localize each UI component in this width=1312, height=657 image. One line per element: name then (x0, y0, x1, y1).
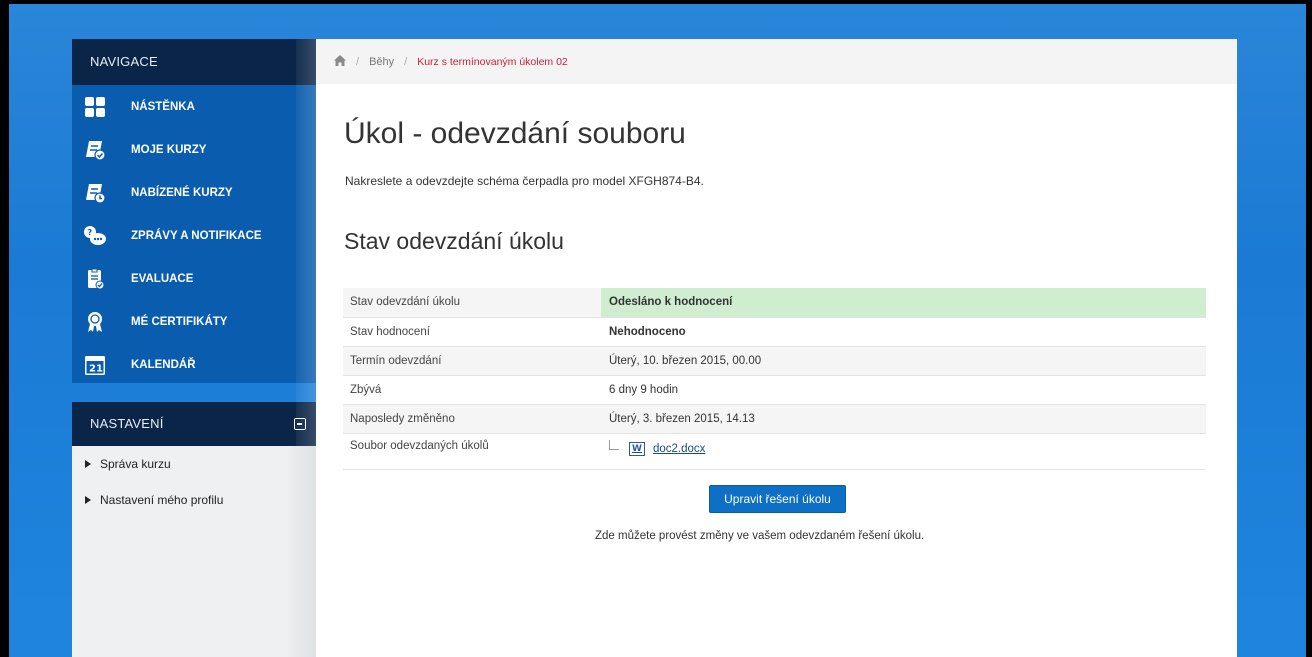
file-link[interactable]: Wdoc2.docx (629, 441, 706, 456)
nav-item-label: EVALUACE (131, 272, 194, 285)
my-courses-icon (83, 138, 107, 162)
table-row: Soubor odevzdaných úkolů Wdoc2.docx (343, 433, 1206, 470)
nav-item-messages[interactable]: ? ZPRÁVY A NOTIFIKACE (72, 214, 316, 257)
table-row: Naposledy změněno Úterý, 3. březen 2015,… (343, 404, 1206, 434)
nav-item-label: NABÍZENÉ KURZY (131, 186, 233, 199)
breadcrumb-item-course[interactable]: Kurz s termínovaným úkolem 02 (417, 56, 568, 68)
settings-header: NASTAVENÍ (72, 402, 316, 446)
nav-item-calendar[interactable]: 21 KALENDÁŘ (72, 343, 316, 386)
row-label: Soubor odevzdaných úkolů (343, 433, 601, 470)
navigation-block: NAVIGACE NÁSTĚNKA MOJE KURZY NABÍZENÉ KU… (72, 39, 316, 383)
nav-item-dashboard[interactable]: NÁSTĚNKA (72, 85, 316, 128)
row-label: Stav hodnocení (343, 317, 601, 347)
nav-item-label: NÁSTĚNKA (131, 100, 195, 113)
file-name: doc2.docx (653, 442, 706, 455)
word-document-icon: W (629, 441, 645, 456)
row-value: Wdoc2.docx (601, 433, 1206, 470)
nav-item-label: KALENDÁŘ (131, 358, 196, 371)
settings-item-course-admin[interactable]: Správa kurzu (72, 446, 316, 482)
settings-block: NASTAVENÍ Správa kurzu Nastavení mého pr… (72, 402, 316, 657)
row-value: Nehodnoceno (601, 317, 1206, 347)
settings-item-profile[interactable]: Nastavení mého profilu (72, 482, 316, 518)
row-value: Úterý, 3. březen 2015, 14.13 (601, 404, 1206, 434)
row-label: Stav odevzdání úkolu (343, 288, 601, 318)
edit-submission-button[interactable]: Upravit řešení úkolu (709, 485, 846, 513)
window-frame-top (0, 0, 1312, 4)
nav-item-my-courses[interactable]: MOJE KURZY (72, 128, 316, 171)
row-value: Úterý, 10. březen 2015, 00.00 (601, 346, 1206, 376)
section-title: Stav odevzdání úkolu (344, 228, 564, 254)
nav-item-offered-courses[interactable]: NABÍZENÉ KURZY (72, 171, 316, 214)
caret-right-icon (85, 496, 91, 504)
calendar-day-number: 21 (89, 363, 103, 374)
calendar-icon: 21 (83, 353, 107, 377)
sidebar-edge (296, 39, 316, 657)
settings-header-label: NASTAVENÍ (90, 416, 164, 431)
nav-item-label: MÉ CERTIFIKÁTY (131, 315, 228, 328)
window-frame-right (1306, 0, 1312, 657)
nav-item-certificates[interactable]: MÉ CERTIFIKÁTY (72, 300, 316, 343)
nav-item-label: ZPRÁVY A NOTIFIKACE (131, 229, 262, 242)
tree-connector (609, 439, 619, 450)
home-icon[interactable] (334, 54, 346, 69)
window-frame-left (0, 0, 9, 657)
table-row: Stav hodnocení Nehodnoceno (343, 317, 1206, 347)
nav-item-label: MOJE KURZY (131, 143, 207, 156)
settings-item-label: Správa kurzu (100, 457, 171, 471)
sidebar: NAVIGACE NÁSTĚNKA MOJE KURZY NABÍZENÉ KU… (72, 39, 316, 657)
table-row: Termín odevzdání Úterý, 10. březen 2015,… (343, 346, 1206, 376)
messages-icon: ? (83, 224, 107, 248)
nav-item-evaluation[interactable]: EVALUACE (72, 257, 316, 300)
row-label: Termín odevzdání (343, 346, 601, 376)
row-value: Odesláno k hodnocení (601, 288, 1206, 318)
evaluation-icon (83, 267, 107, 291)
help-text: Zde můžete provést změny ve vašem odevzd… (595, 530, 925, 542)
page-title: Úkol - odevzdání souboru (344, 117, 686, 150)
row-label: Naposledy změněno (343, 404, 601, 434)
certificate-icon (83, 310, 107, 334)
settings-item-label: Nastavení mého profilu (100, 493, 224, 507)
breadcrumb-separator: / (404, 55, 408, 68)
row-value: 6 dny 9 hodin (601, 375, 1206, 405)
assignment-description: Nakreslete a odevzdejte schéma čerpadla … (345, 174, 704, 188)
breadcrumb-item-runs[interactable]: Běhy (369, 56, 394, 68)
dashboard-icon (83, 95, 107, 119)
navigation-header: NAVIGACE (72, 39, 316, 85)
offered-courses-icon (83, 181, 107, 205)
table-row: Zbývá 6 dny 9 hodin (343, 375, 1206, 405)
submission-status-table: Stav odevzdání úkolu Odesláno k hodnocen… (343, 288, 1206, 470)
caret-right-icon (85, 460, 91, 468)
breadcrumb: / Běhy / Kurz s termínovaným úkolem 02 (316, 39, 1237, 84)
main-content: / Běhy / Kurz s termínovaným úkolem 02 Ú… (316, 39, 1237, 657)
table-row: Stav odevzdání úkolu Odesláno k hodnocen… (343, 288, 1206, 318)
row-label: Zbývá (343, 375, 601, 405)
breadcrumb-separator: / (356, 55, 360, 68)
